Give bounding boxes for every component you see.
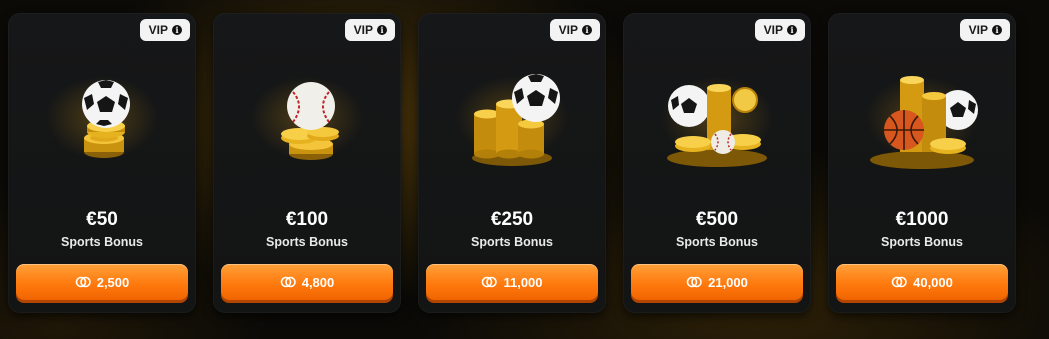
buy-button[interactable]: 2,500 [16,264,188,300]
bonus-amount: €1000 [895,209,949,230]
coins-icon [75,276,91,288]
bonus-card-50[interactable]: VIP i €50 Sports Bonus 2,500 [8,13,196,313]
price-label: 21,000 [708,274,748,290]
vip-label: VIP [558,23,578,37]
info-icon[interactable]: i [992,25,1002,35]
buy-button[interactable]: 21,000 [631,264,803,300]
bonus-label: Sports Bonus [266,235,348,249]
price-label: 40,000 [913,274,953,290]
coins-icon [686,276,702,288]
info-icon[interactable]: i [582,25,592,35]
vip-label: VIP [763,23,783,37]
vip-badge[interactable]: VIP i [549,19,600,41]
buy-button[interactable]: 4,800 [221,264,393,300]
coin-pile-with-soccer-ball-and-baseball-icon [667,84,767,167]
vip-badge[interactable]: VIP i [139,19,190,41]
baseball-on-coins-icon [281,82,339,160]
info-icon[interactable]: i [377,25,387,35]
coins-icon [482,276,498,288]
vip-badge[interactable]: VIP i [344,19,395,41]
vip-badge[interactable]: VIP i [754,19,805,41]
bonus-label: Sports Bonus [881,235,963,249]
vip-badge[interactable]: VIP i [959,19,1010,41]
info-icon[interactable]: i [172,25,182,35]
bonus-card-1000[interactable]: VIP i €1000 Sports Bonus 40,000 [828,13,1016,313]
bonus-label: Sports Bonus [471,235,553,249]
price-label: 4,800 [301,274,335,290]
bonus-label: Sports Bonus [61,235,143,249]
coin-stacks-with-soccer-ball-icon [472,74,560,166]
bonus-card-500[interactable]: VIP i €500 Sports Bonus 21,000 [623,13,811,313]
buy-button[interactable]: 11,000 [426,264,598,300]
bonus-amount: €250 [490,209,534,230]
info-icon[interactable]: i [787,25,797,35]
bonus-amount: €500 [695,209,739,230]
coins-icon [891,276,907,288]
bonus-card-100[interactable]: VIP i €100 Sports Bonus 4,800 [213,13,401,313]
bonus-card-250[interactable]: VIP i €250 Sports Bonus 11,000 [418,13,606,313]
bonus-label: Sports Bonus [676,235,758,249]
coins-icon [280,276,296,288]
price-label: 2,500 [96,274,130,290]
buy-button[interactable]: 40,000 [836,264,1008,300]
coin-pile-with-basketball-and-soccer-ball-icon [870,76,978,169]
vip-label: VIP [148,23,168,37]
sports-bonus-shop: VIP i €50 Sports Bonus 2,500 VIP i €100 … [0,0,1049,339]
bonus-amount: €50 [86,209,118,230]
bonus-amount: €100 [285,209,329,230]
vip-label: VIP [968,23,988,37]
vip-label: VIP [353,23,373,37]
price-label: 11,000 [503,274,543,290]
soccer-ball-on-coins-icon [82,80,130,158]
